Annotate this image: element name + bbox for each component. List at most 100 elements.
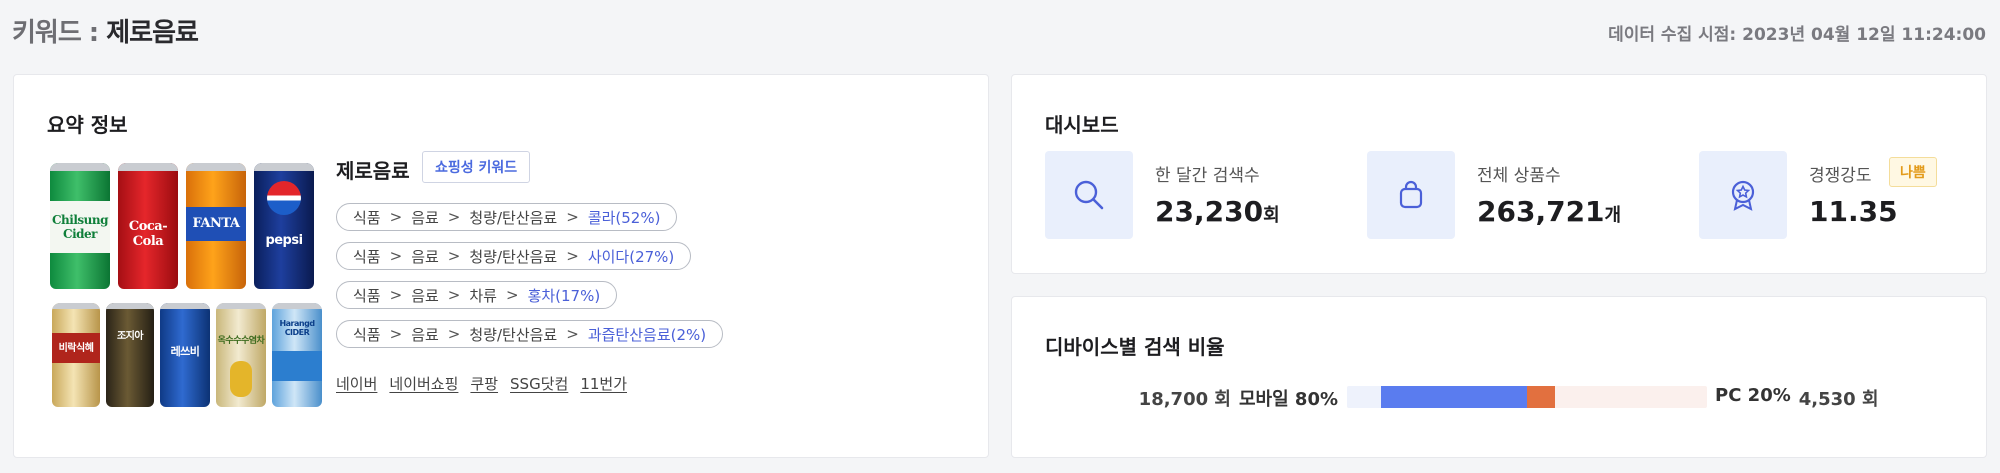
can-label: 비락식혜 [58, 343, 94, 354]
chevron-right-icon: > [566, 247, 579, 265]
chevron-right-icon: > [389, 325, 403, 343]
can-label: 레쓰비 [170, 345, 200, 358]
stat-unit: 회 [1263, 205, 1280, 226]
device-ratio-card: 디바이스별 검색 비율 18,700 회 모바일 80% PC 20% 4,53… [1011, 296, 1987, 458]
mobile-stats: 18,700 회 모바일 80% [1139, 385, 1338, 411]
category-pill[interactable]: 식품 > 음료 > 차류 > 홍차(17%) [336, 281, 618, 309]
award-icon [1699, 151, 1787, 239]
stat-label: 경쟁강도 [1809, 166, 1872, 186]
shopping-bag-icon [1367, 151, 1455, 239]
category-level: 청량/탄산음료 [469, 247, 558, 266]
device-ratio-bar [1347, 386, 1707, 408]
pc-bar-segment [1527, 386, 1555, 408]
chevron-right-icon: > [566, 208, 579, 226]
stat-number: 11.35 [1809, 195, 1898, 228]
category-level: 음료 [411, 286, 439, 305]
can-label: pepsi [265, 233, 303, 248]
dashboard-heading: 대시보드 [1045, 113, 1119, 137]
chevron-right-icon: > [389, 286, 403, 304]
stat-value: 11.35 [1809, 195, 1898, 228]
category-level: 식품 [353, 247, 381, 266]
summary-heading: 요약 정보 [47, 113, 128, 137]
chevron-right-icon: > [505, 286, 519, 304]
category-leaf: 사이다(27%) [587, 247, 675, 266]
product-can-image: Coca-Cola [118, 163, 178, 289]
search-icon [1045, 151, 1133, 239]
mobile-count: 18,700 회 [1138, 389, 1231, 410]
mobile-label: 모바일 80% [1238, 389, 1338, 410]
device-heading: 디바이스별 검색 비율 [1045, 335, 1225, 359]
keyword-prefix: 키워드 : [12, 18, 107, 48]
stat-unit: 개 [1604, 205, 1622, 226]
link-coupang[interactable]: 쿠팡 [470, 373, 498, 394]
product-can-image: Harangd CIDER [272, 303, 322, 407]
stat-value: 263,721개 [1477, 195, 1621, 228]
product-name: 제로음료 [336, 159, 410, 183]
can-label: Coca-Cola [128, 219, 168, 249]
can-label: Harangd CIDER [279, 319, 315, 337]
collected-timestamp: 데이터 수집 시점: 2023년 04월 12일 11:24:00 [1608, 25, 1986, 45]
bar-padding [1347, 386, 1381, 408]
product-can-image: 조지아 [106, 303, 154, 407]
category-pill[interactable]: 식품 > 음료 > 청량/탄산음료 > 콜라(52%) [336, 203, 678, 231]
stat-value: 23,230회 [1155, 195, 1280, 228]
stat-number: 23,230 [1155, 195, 1264, 228]
category-level: 음료 [411, 208, 439, 227]
summary-card: 요약 정보 Chilsung Cider Coca-Cola FANTA pep… [13, 74, 989, 458]
chevron-right-icon: > [389, 247, 403, 265]
product-can-image: 옥수수수염차 [216, 303, 266, 407]
stat-competition: 경쟁강도 나쁨 11.35 [1699, 151, 1959, 241]
link-naver-shopping[interactable]: 네이버쇼핑 [389, 373, 458, 394]
category-level: 식품 [353, 286, 381, 305]
category-pill[interactable]: 식품 > 음료 > 청량/탄산음료 > 사이다(27%) [336, 242, 692, 270]
page-header: 키워드 : 제로음료 데이터 수집 시점: 2023년 04월 12일 11:2… [0, 0, 2000, 70]
category-level: 청량/탄산음료 [469, 325, 558, 344]
category-leaf: 콜라(52%) [587, 208, 661, 227]
category-leaf: 과즙탄산음료(2%) [587, 325, 707, 344]
product-can-image: 레쓰비 [160, 303, 210, 407]
mobile-bar-segment [1381, 386, 1527, 408]
can-label: FANTA [192, 216, 241, 231]
can-label: 조지아 [116, 331, 144, 342]
category-level: 식품 [353, 325, 381, 344]
chevron-right-icon: > [447, 325, 461, 343]
pc-count: 4,530 회 [1798, 389, 1879, 410]
stat-total-products: 전체 상품수 263,721개 [1367, 151, 1667, 241]
keyword-title: 키워드 : 제로음료 [12, 12, 199, 49]
chevron-right-icon: > [566, 325, 579, 343]
product-can-image: pepsi [254, 163, 314, 289]
chevron-right-icon: > [447, 208, 461, 226]
category-level: 음료 [411, 325, 439, 344]
can-label: 옥수수수염차 [217, 336, 265, 346]
stat-number: 263,721 [1477, 195, 1605, 228]
category-list: 식품 > 음료 > 청량/탄산음료 > 콜라(52%) 식품 > 음료 > 청량/탄산음료 > 사이다(… [336, 203, 724, 359]
product-can-image: FANTA [186, 163, 246, 289]
keyword-value: 제로음료 [106, 18, 199, 48]
chevron-right-icon: > [447, 286, 461, 304]
category-leaf: 홍차(17%) [527, 286, 601, 305]
product-image-grid: Chilsung Cider Coca-Cola FANTA pepsi 비락식… [50, 163, 328, 409]
can-label: Chilsung Cider [52, 213, 109, 241]
link-ssg[interactable]: SSG닷컴 [510, 373, 568, 394]
shop-links: 네이버 네이버쇼핑 쿠팡 SSG닷컴 11번가 [336, 373, 627, 394]
category-level: 식품 [353, 208, 381, 227]
stat-label: 전체 상품수 [1477, 166, 1561, 186]
category-pill[interactable]: 식품 > 음료 > 청량/탄산음료 > 과즙탄산음료(2%) [336, 320, 724, 348]
status-badge: 나쁨 [1889, 157, 1937, 187]
chevron-right-icon: > [447, 247, 461, 265]
shopping-keyword-tag: 쇼핑성 키워드 [422, 151, 531, 183]
product-can-image: Chilsung Cider [50, 163, 110, 289]
link-11st[interactable]: 11번가 [580, 373, 627, 394]
stat-monthly-searches: 한 달간 검색수 23,230회 [1045, 151, 1345, 241]
product-can-image: 비락식혜 [52, 303, 100, 407]
device-ratio-row: 18,700 회 모바일 80% PC 20% 4,530 회 [1012, 383, 1988, 411]
category-level: 차류 [469, 286, 497, 305]
pc-label: PC 20% [1715, 385, 1791, 406]
pc-stats: PC 20% 4,530 회 [1715, 385, 1879, 411]
category-level: 청량/탄산음료 [469, 208, 558, 227]
category-level: 음료 [411, 247, 439, 266]
dashboard-card: 대시보드 한 달간 검색수 23,230회 전체 상품수 263,721개 경쟁… [1011, 74, 1987, 274]
stat-label: 한 달간 검색수 [1155, 166, 1260, 186]
link-naver[interactable]: 네이버 [336, 373, 377, 394]
chevron-right-icon: > [389, 208, 403, 226]
